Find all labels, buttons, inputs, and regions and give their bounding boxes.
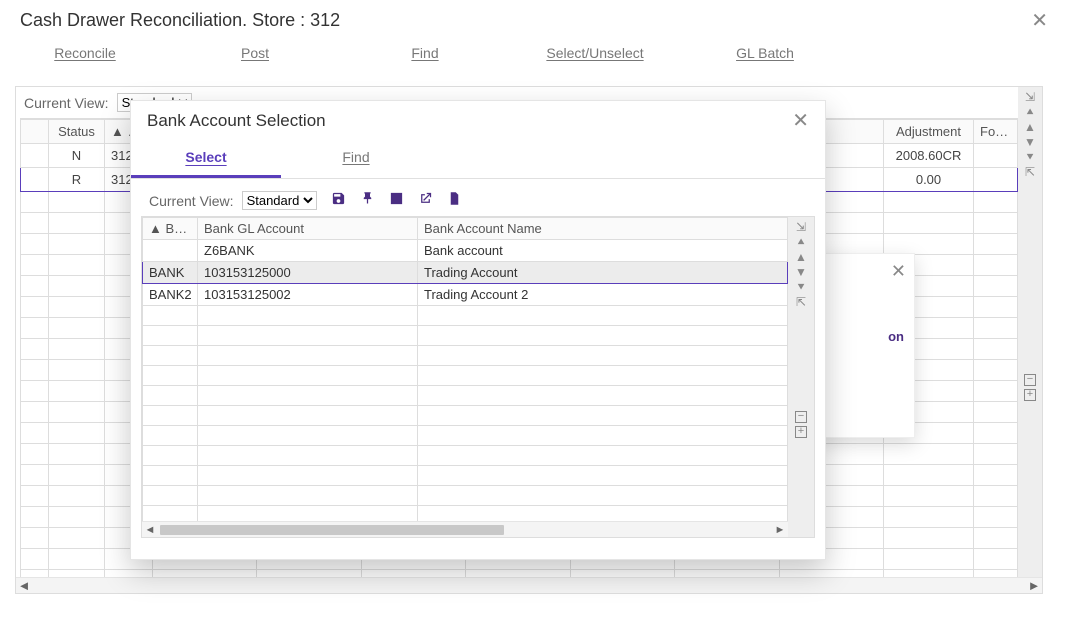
table-row-empty bbox=[143, 306, 788, 326]
scroll-down-icon[interactable]: ▼ bbox=[1024, 136, 1036, 148]
background-info-card: ✕ on bbox=[815, 253, 915, 438]
main-scroll-sidebar: ⇲ ⯅ ▲ ▼ ⯆ ⇱ − + bbox=[1018, 87, 1042, 593]
scroll-bottom-icon[interactable]: ⯆ bbox=[1025, 151, 1035, 163]
scroll-compress-bottom-icon[interactable]: ⇱ bbox=[1025, 166, 1035, 178]
table-row-empty bbox=[143, 386, 788, 406]
scroll-right-icon[interactable]: ► bbox=[772, 524, 788, 536]
close-icon[interactable]: ✕ bbox=[1031, 11, 1048, 31]
table-row-empty bbox=[143, 486, 788, 506]
toolbar-icon-group bbox=[331, 191, 462, 210]
table-row-empty bbox=[143, 446, 788, 466]
scroll-compress-top-icon[interactable]: ⇲ bbox=[1025, 91, 1035, 103]
menu-post[interactable]: Post bbox=[170, 45, 340, 61]
pin-icon[interactable] bbox=[360, 191, 375, 210]
col-bank-name[interactable]: Bank Account Name bbox=[418, 218, 788, 240]
table-row-empty bbox=[143, 466, 788, 486]
cell-adjustment: 0.00 bbox=[884, 168, 974, 192]
scroll-bottom-icon[interactable]: ⯆ bbox=[796, 281, 806, 293]
scroll-compress-bottom-icon[interactable]: ⇱ bbox=[796, 296, 806, 308]
col-for[interactable]: For… bbox=[974, 120, 1018, 144]
title-bar: Cash Drawer Reconciliation. Store : 312 … bbox=[0, 0, 1068, 35]
cell-status: R bbox=[49, 168, 105, 192]
current-view-label: Current View: bbox=[149, 193, 234, 209]
menu-select-unselect[interactable]: Select/Unselect bbox=[510, 45, 680, 61]
current-view-select[interactable]: Standard bbox=[242, 191, 317, 210]
file-icon[interactable] bbox=[447, 191, 462, 210]
scroll-compress-top-icon[interactable]: ⇲ bbox=[796, 221, 806, 233]
scroll-left-icon[interactable]: ◄ bbox=[142, 524, 158, 536]
col-handle[interactable] bbox=[21, 120, 49, 144]
tab-find[interactable]: Find bbox=[281, 137, 431, 178]
hscroll-thumb[interactable] bbox=[160, 525, 504, 535]
close-icon[interactable]: ✕ bbox=[891, 262, 906, 280]
hscroll-track[interactable] bbox=[158, 524, 772, 536]
scroll-up-icon[interactable]: ▲ bbox=[1024, 121, 1036, 133]
bank-account-selection-dialog: Bank Account Selection ✕ Select Find Cur… bbox=[130, 100, 826, 560]
col-adjustment[interactable]: Adjustment bbox=[884, 120, 974, 144]
scroll-top-icon[interactable]: ⯅ bbox=[1025, 106, 1035, 118]
scroll-down-icon[interactable]: ▼ bbox=[795, 266, 807, 278]
dialog-grid: ▲ B… Bank GL Account Bank Account Name Z… bbox=[142, 217, 788, 521]
info-card-label-fragment: on bbox=[888, 329, 904, 344]
table-row-empty bbox=[143, 346, 788, 366]
cell-code bbox=[143, 240, 198, 262]
save-icon[interactable] bbox=[331, 191, 346, 210]
table-row-empty bbox=[143, 406, 788, 426]
window-title: Cash Drawer Reconciliation. Store : 312 bbox=[20, 10, 340, 31]
menu-reconcile[interactable]: Reconcile bbox=[0, 45, 170, 61]
col-bank-gl[interactable]: Bank GL Account bbox=[198, 218, 418, 240]
table-row-empty bbox=[143, 426, 788, 446]
cell-status: N bbox=[49, 144, 105, 168]
table-row-empty bbox=[143, 366, 788, 386]
main-hscroll[interactable]: ◄ ► bbox=[16, 577, 1042, 593]
hscroll-track[interactable] bbox=[32, 581, 1026, 591]
menu-bar: Reconcile Post Find Select/Unselect GL B… bbox=[0, 35, 1068, 79]
table-row[interactable]: BANK2 103153125002 Trading Account 2 bbox=[143, 284, 788, 306]
menu-gl-batch[interactable]: GL Batch bbox=[680, 45, 850, 61]
dialog-title: Bank Account Selection bbox=[147, 111, 326, 131]
cell-code: BANK bbox=[143, 262, 198, 284]
menu-find[interactable]: Find bbox=[340, 45, 510, 61]
scroll-up-icon[interactable]: ▲ bbox=[795, 251, 807, 263]
expand-icon[interactable]: + bbox=[1024, 389, 1036, 401]
cell-for bbox=[974, 144, 1018, 168]
dialog-header: Bank Account Selection ✕ bbox=[131, 101, 825, 131]
dialog-tabs: Select Find bbox=[131, 137, 825, 179]
cell-name: Trading Account bbox=[418, 262, 788, 284]
table-row[interactable]: BANK 103153125000 Trading Account bbox=[143, 262, 788, 284]
scroll-right-icon[interactable]: ► bbox=[1026, 578, 1042, 593]
table-row-empty bbox=[143, 326, 788, 346]
collapse-icon[interactable]: − bbox=[795, 411, 807, 423]
col-bank-code[interactable]: ▲ B… bbox=[143, 218, 198, 240]
cell-code: BANK2 bbox=[143, 284, 198, 306]
cell-for bbox=[974, 168, 1018, 192]
dialog-body: Current View: Standard bbox=[131, 179, 825, 559]
popout-icon[interactable] bbox=[418, 191, 433, 210]
app-window: Cash Drawer Reconciliation. Store : 312 … bbox=[0, 0, 1068, 629]
cell-gl: 103153125000 bbox=[198, 262, 418, 284]
cell-gl: Z6BANK bbox=[198, 240, 418, 262]
cell-gl: 103153125002 bbox=[198, 284, 418, 306]
expand-icon[interactable]: + bbox=[795, 426, 807, 438]
dialog-grid-wrap: ▲ B… Bank GL Account Bank Account Name Z… bbox=[141, 216, 815, 538]
cell-name: Trading Account 2 bbox=[418, 284, 788, 306]
table-row[interactable]: Z6BANK Bank account bbox=[143, 240, 788, 262]
col-status[interactable]: Status bbox=[49, 120, 105, 144]
scroll-top-icon[interactable]: ⯅ bbox=[796, 236, 806, 248]
collapse-icon[interactable]: − bbox=[1024, 374, 1036, 386]
cell-adjustment: 2008.60CR bbox=[884, 144, 974, 168]
current-view-label: Current View: bbox=[24, 95, 109, 111]
dialog-scroll-sidebar: ⇲ ⯅ ▲ ▼ ⯆ ⇱ − + bbox=[788, 217, 814, 537]
tab-select[interactable]: Select bbox=[131, 137, 281, 178]
window-icon[interactable] bbox=[389, 191, 404, 210]
dialog-hscroll[interactable]: ◄ ► bbox=[142, 521, 788, 537]
cell-name: Bank account bbox=[418, 240, 788, 262]
close-icon[interactable]: ✕ bbox=[792, 111, 809, 131]
dialog-toolbar: Current View: Standard bbox=[141, 185, 815, 216]
scroll-left-icon[interactable]: ◄ bbox=[16, 578, 32, 593]
